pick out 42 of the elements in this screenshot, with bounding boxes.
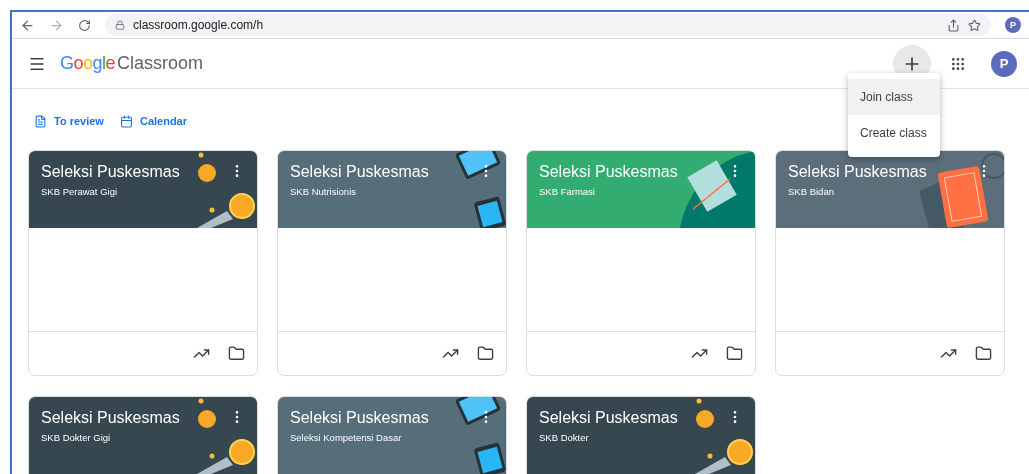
class-title[interactable]: Seleksi Puskesmas bbox=[290, 409, 429, 427]
folder-icon[interactable] bbox=[477, 345, 494, 362]
class-section: SKB Dokter bbox=[539, 432, 678, 443]
class-card[interactable]: Seleksi Puskesmas SKB Farmasi bbox=[526, 150, 756, 376]
class-title[interactable]: Seleksi Puskesmas bbox=[41, 163, 180, 181]
back-icon[interactable] bbox=[20, 17, 35, 33]
class-title[interactable]: Seleksi Puskesmas bbox=[290, 163, 429, 181]
address-bar[interactable]: classroom.google.com/h bbox=[105, 14, 991, 36]
account-avatar[interactable]: P bbox=[991, 50, 1017, 77]
reload-icon[interactable] bbox=[78, 18, 91, 32]
class-card[interactable]: Seleksi Puskesmas SKB Bidan bbox=[775, 150, 1005, 376]
share-icon[interactable] bbox=[947, 18, 960, 32]
assignment-icon bbox=[34, 114, 47, 128]
profile-avatar[interactable]: P bbox=[1005, 17, 1021, 33]
class-card[interactable]: Seleksi Puskesmas SKB Dokter bbox=[526, 396, 756, 474]
class-section: SKB Bidan bbox=[788, 186, 927, 197]
class-card[interactable]: Seleksi Puskesmas SKB Dokter Gigi bbox=[28, 396, 258, 474]
lock-icon bbox=[115, 20, 125, 30]
class-section: SKB Dokter Gigi bbox=[41, 432, 180, 443]
class-title[interactable]: Seleksi Puskesmas bbox=[788, 163, 927, 181]
calendar-icon bbox=[119, 114, 133, 128]
nav-link[interactable]: Calendar bbox=[119, 114, 187, 128]
nav-link[interactable]: To review bbox=[34, 114, 104, 128]
class-section: SKB Farmasi bbox=[539, 186, 678, 197]
class-title[interactable]: Seleksi Puskesmas bbox=[539, 409, 678, 427]
folder-icon[interactable] bbox=[228, 345, 245, 362]
menu-item[interactable]: Create class bbox=[848, 115, 940, 151]
bookmark-star-icon[interactable] bbox=[968, 18, 981, 32]
class-section: SKB Perawat Gigi bbox=[41, 186, 180, 197]
class-title[interactable]: Seleksi Puskesmas bbox=[539, 163, 678, 181]
class-title[interactable]: Seleksi Puskesmas bbox=[41, 409, 180, 427]
class-card[interactable]: Seleksi Puskesmas SKB Nutrisionis bbox=[277, 150, 507, 376]
class-section: SKB Nutrisionis bbox=[290, 186, 429, 197]
folder-icon[interactable] bbox=[975, 345, 992, 362]
folder-icon[interactable] bbox=[726, 345, 743, 362]
url-text: classroom.google.com/h bbox=[133, 18, 264, 32]
product-name: Classroom bbox=[117, 53, 204, 74]
class-card[interactable]: Seleksi Puskesmas SKB Perawat Gigi bbox=[28, 150, 258, 376]
class-section: Seleksi Kompetensi Dasar bbox=[290, 432, 429, 443]
google-logo: Google bbox=[60, 53, 116, 74]
menu-item[interactable]: Join class bbox=[848, 79, 940, 115]
class-card[interactable]: Seleksi Puskesmas Seleksi Kompetensi Dasar bbox=[277, 396, 507, 474]
